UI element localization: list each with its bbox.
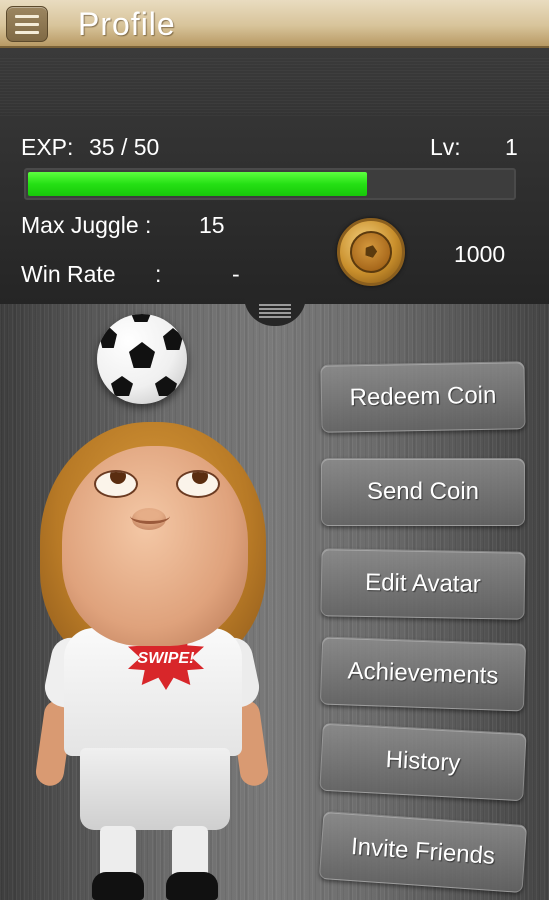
edit-avatar-button[interactable]: Edit Avatar	[320, 548, 526, 620]
coin-balance: 1000	[454, 241, 506, 267]
redeem-coin-button[interactable]: Redeem Coin	[320, 361, 526, 433]
max-juggle-label: Max Juggle :	[21, 212, 152, 238]
exp-label: EXP:	[21, 134, 74, 160]
exp-progress-bar	[24, 168, 516, 200]
soccer-ball-icon	[97, 314, 187, 404]
win-rate-value: -	[232, 261, 240, 287]
history-button[interactable]: History	[319, 722, 527, 802]
level-label: Lv:	[430, 134, 461, 160]
avatar-right-eye	[176, 470, 220, 498]
menu-button[interactable]	[6, 6, 48, 42]
invite-friends-button[interactable]: Invite Friends	[318, 810, 528, 894]
exp-value: 35 / 50	[89, 134, 160, 160]
win-rate-colon: :	[155, 261, 162, 287]
win-rate-label: Win Rate	[21, 261, 116, 287]
hamburger-line	[15, 22, 39, 26]
send-coin-button[interactable]: Send Coin	[321, 458, 525, 526]
avatar-left-shoe	[92, 872, 144, 900]
avatar-head	[62, 446, 248, 646]
avatar-left-eye	[94, 470, 138, 498]
grip-lines-icon	[259, 304, 291, 318]
hamburger-line	[15, 30, 39, 34]
avatar-shorts	[80, 748, 230, 830]
level-value: 1	[505, 134, 518, 160]
coin-emblem	[350, 231, 392, 273]
avatar-right-shoe	[166, 872, 218, 900]
avatar-mouth	[130, 508, 170, 524]
achievements-button[interactable]: Achievements	[319, 636, 527, 712]
header-bar: Profile	[0, 0, 549, 48]
swipe-logo-text: SWIPE!	[137, 650, 195, 667]
hamburger-menu-icon	[15, 14, 39, 18]
exp-progress-fill	[28, 172, 367, 196]
gold-coin-icon	[337, 218, 405, 286]
page-title: Profile	[78, 6, 176, 42]
max-juggle-value: 15	[199, 212, 225, 238]
stats-panel: EXP: 35 / 50 Lv: 1 Max Juggle : 15 Win R…	[0, 48, 549, 304]
